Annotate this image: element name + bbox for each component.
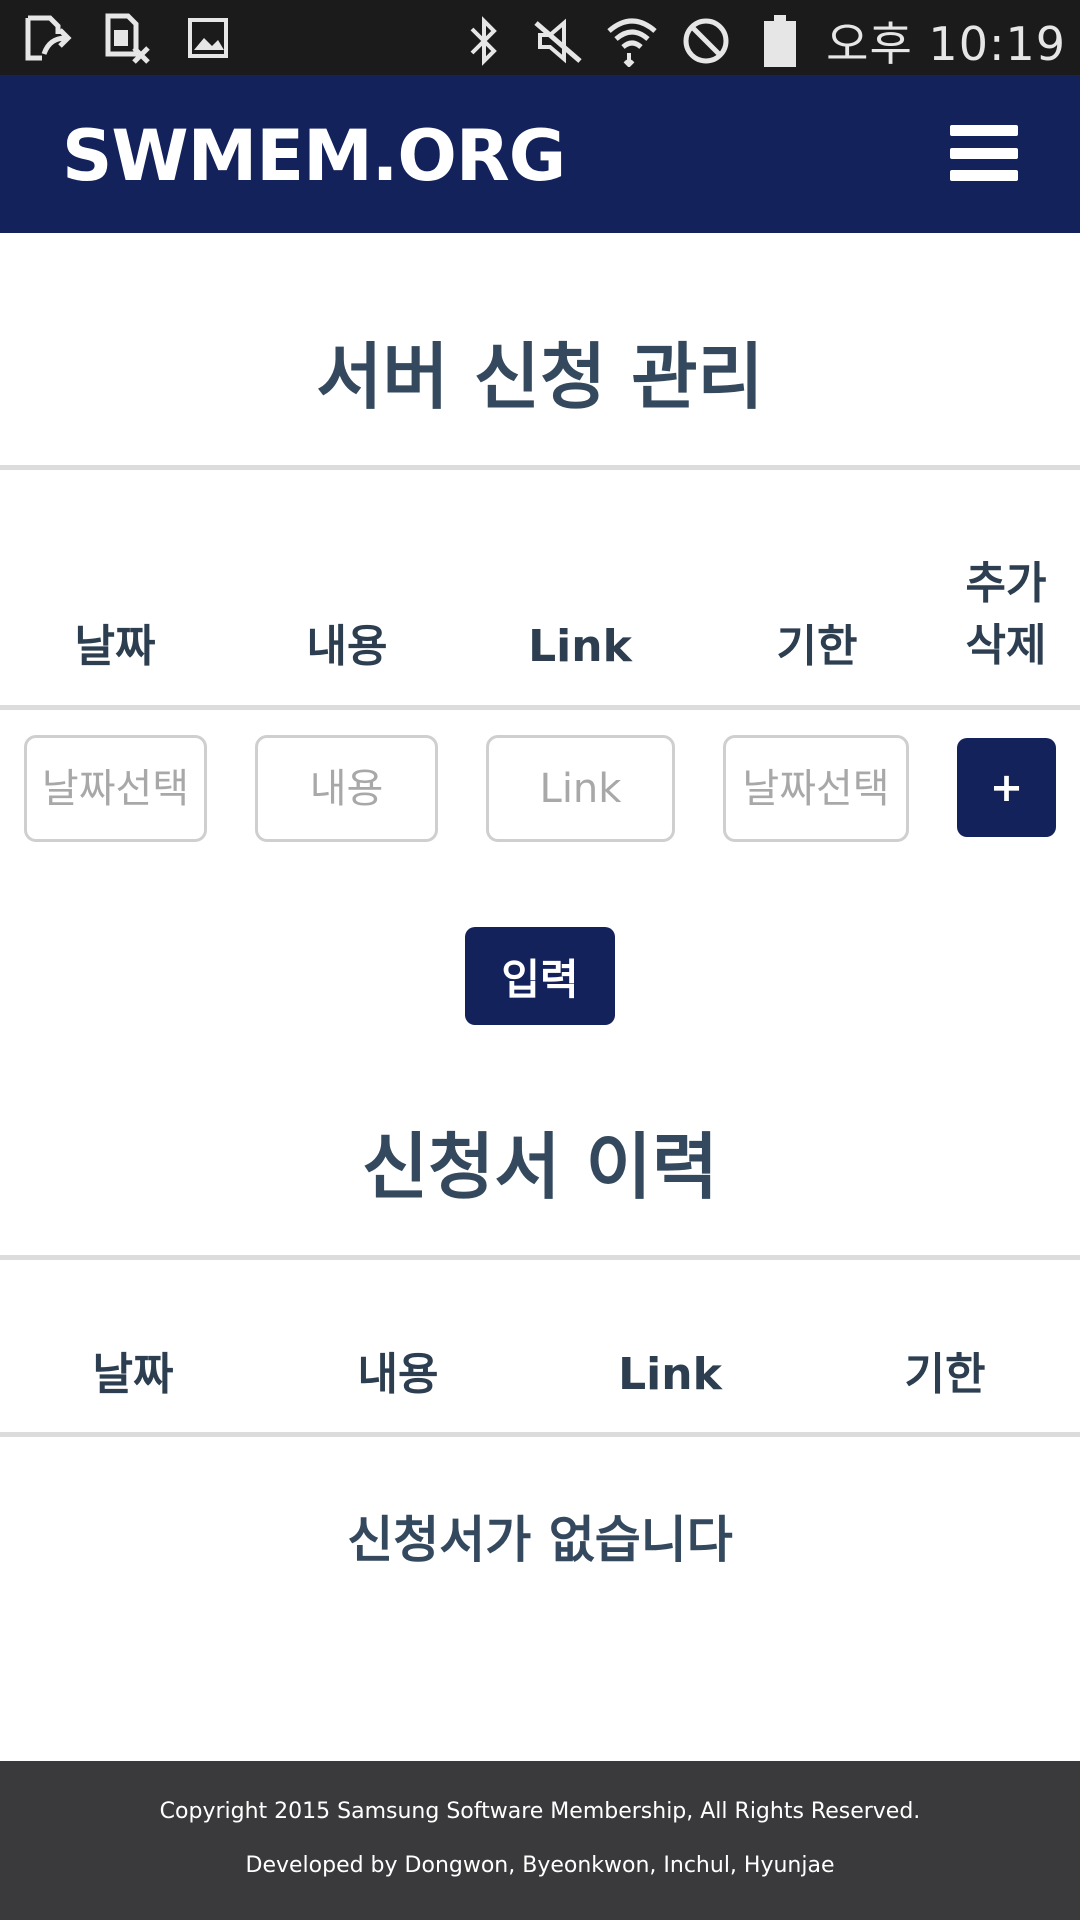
history-header-link: Link [618, 1349, 722, 1400]
status-bar: 오후 10:19 [0, 0, 1080, 75]
header-date: 날짜 [74, 621, 156, 672]
bluetooth-icon [456, 15, 512, 67]
divider [0, 1432, 1080, 1437]
content-input[interactable] [255, 735, 438, 842]
footer-developers: Developed by Dongwon, Byeonkwon, Inchul,… [245, 1853, 835, 1878]
status-time: 오후 10:19 [826, 17, 1066, 71]
history-header-deadline: 기한 [904, 1349, 986, 1400]
brand-logo[interactable]: SWMEM.ORG [62, 115, 566, 197]
link-input[interactable] [486, 735, 675, 842]
status-left-icons [20, 12, 236, 64]
wifi-icon [604, 15, 660, 67]
request-section-title: 서버 신청 관리 [316, 335, 764, 419]
history-header-content: 내용 [357, 1349, 439, 1400]
battery-icon [752, 15, 808, 67]
image-icon [180, 12, 236, 64]
burger-line [950, 125, 1018, 136]
block-icon [678, 15, 734, 67]
navbar: SWMEM.ORG [0, 75, 1080, 233]
status-right-icons: 오후 10:19 [456, 8, 1066, 74]
empty-history-message: 신청서가 없습니다 [347, 1511, 733, 1569]
header-link: Link [528, 621, 632, 672]
footer-copyright: Copyright 2015 Samsung Software Membersh… [159, 1799, 921, 1824]
add-row-button[interactable]: + [957, 738, 1056, 837]
divider [0, 465, 1080, 470]
header-deadline: 기한 [776, 621, 858, 672]
sim-card-off-icon [100, 12, 156, 64]
divider [0, 1255, 1080, 1260]
burger-line [950, 147, 1018, 159]
deadline-picker-input[interactable] [723, 735, 909, 842]
hamburger-menu-icon[interactable] [950, 125, 1018, 181]
history-section-title: 신청서 이력 [361, 1125, 719, 1209]
footer: Copyright 2015 Samsung Software Membersh… [0, 1761, 1080, 1920]
date-picker-input[interactable] [24, 735, 207, 842]
divider [0, 705, 1080, 710]
history-header-date: 날짜 [92, 1349, 174, 1400]
header-add-delete: 추가 삭제 [965, 558, 1047, 671]
burger-line [950, 170, 1018, 181]
submit-button[interactable]: 입력 [465, 927, 615, 1025]
header-content: 내용 [306, 621, 388, 672]
file-upload-icon [20, 12, 76, 64]
mute-icon [530, 15, 586, 67]
